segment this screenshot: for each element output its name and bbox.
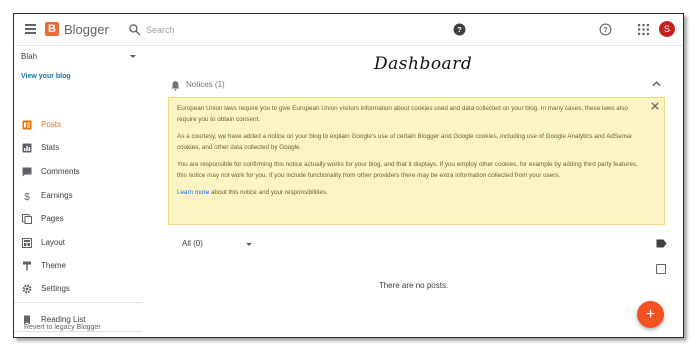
sidebar-item-label: Reading List [41,315,86,324]
sidebar-item-label: Layout [41,238,66,247]
new-post-button[interactable]: + [637,301,664,328]
comments-icon [22,167,32,177]
blog-selector[interactable]: Blah [21,52,136,66]
sidebar-item-pages[interactable]: Pages [14,209,142,229]
app-name[interactable]: Blogger [64,22,109,37]
blogger-window: B Blogger ? ? S Blah View you [13,13,684,338]
notice-learn-more-line: Learn more about this notice and your re… [177,188,656,199]
avatar[interactable]: S [659,21,675,37]
posts-filter-dropdown[interactable]: All (0) [182,239,203,248]
paint-roller-icon [23,261,31,271]
stats-icon [22,143,32,153]
sidebar-item-label: Theme [41,261,66,270]
chevron-down-icon [130,55,136,58]
help-icon[interactable]: ? [453,23,466,36]
blogger-logo-icon[interactable]: B [45,22,59,36]
chevron-down-icon[interactable] [246,243,252,246]
svg-text:?: ? [603,27,607,34]
pages-icon [22,214,32,224]
chevron-up-icon[interactable] [652,81,661,87]
empty-posts-message: There are no posts. [378,281,449,290]
select-all-checkbox[interactable] [656,264,666,274]
view-blog-link[interactable]: View your blog [21,73,71,80]
sidebar-item-label: Pages [41,214,64,223]
sidebar-item-label: Settings [41,284,70,293]
sidebar-item-posts[interactable]: Posts [14,115,142,135]
sidebar-divider [14,302,142,303]
notices-header[interactable]: Notices (1) [186,80,225,89]
posts-icon [22,120,32,130]
help-outline-icon[interactable]: ? [599,23,612,36]
bell-icon [171,81,180,91]
blog-name: Blah [21,52,38,61]
dashboard-annotation: Dashboard [374,54,473,74]
sidebar-item-label: Earnings [41,191,73,200]
sidebar: Blah View your blog Posts Stats Comments [14,46,142,337]
sidebar-divider [14,331,142,332]
svg-text:$: $ [24,192,30,201]
sidebar-item-stats[interactable]: Stats [14,138,142,158]
notice-paragraph: As a courtesy, we have added a notice on… [177,133,632,151]
sidebar-item-theme[interactable]: Theme [14,256,142,276]
sidebar-item-label: Comments [41,167,80,176]
layout-icon [22,238,32,248]
svg-text:?: ? [457,25,462,34]
search-input[interactable] [146,20,446,40]
sidebar-item-layout[interactable]: Layout [14,233,142,253]
sidebar-item-label: Stats [41,143,60,152]
notice-paragraph: You are responsible for confirming this … [177,161,638,179]
sidebar-item-earnings[interactable]: $ Earnings [14,186,142,206]
main-content: Dashboard Notices (1) European Union law… [142,46,683,337]
cookie-notice: European Union laws require you to give … [168,97,665,225]
sidebar-item-settings[interactable]: Settings [14,279,142,299]
learn-more-link[interactable]: Learn more [177,189,209,196]
revert-legacy-link[interactable]: Revert to legacy Blogger [24,324,101,331]
apps-grid-icon[interactable] [638,24,649,35]
sidebar-item-label: Posts [41,120,62,129]
close-icon[interactable] [651,102,659,110]
notice-paragraph: European Union laws require you to give … [177,105,628,123]
gear-icon [22,284,32,294]
label-tag-icon[interactable] [656,239,667,248]
sidebar-item-comments[interactable]: Comments [14,162,142,182]
top-bar: B Blogger ? ? S [14,14,683,46]
hamburger-menu-icon[interactable] [25,24,36,34]
learn-more-suffix: about this notice and your responsibilit… [209,189,328,196]
search-icon [129,24,141,36]
dollar-icon: $ [24,192,30,201]
